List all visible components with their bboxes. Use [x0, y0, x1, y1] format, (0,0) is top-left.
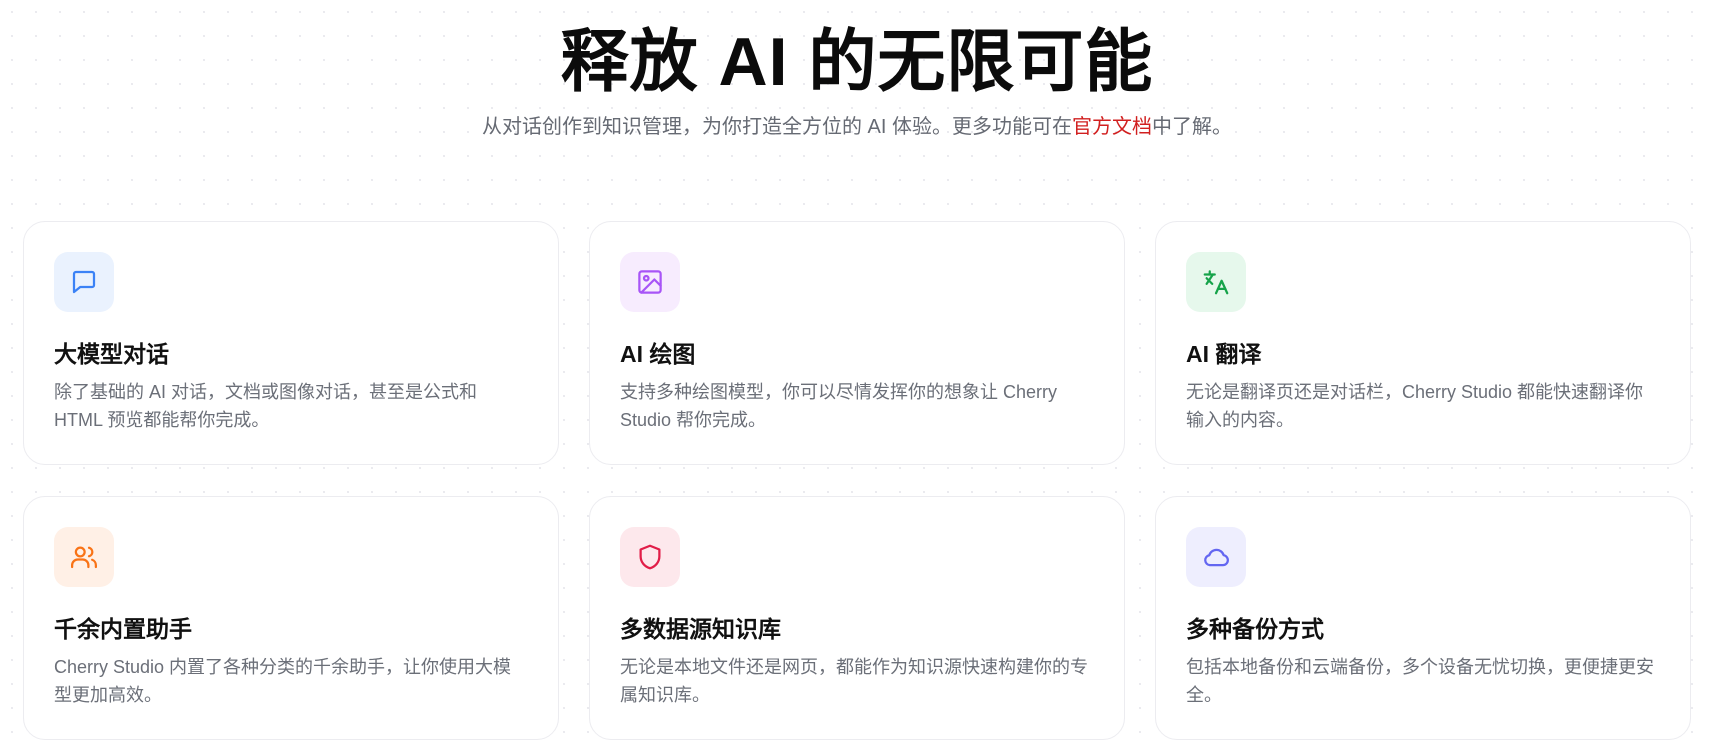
subtitle-text-before: 从对话创作到知识管理，为你打造全方位的 AI 体验。更多功能可在 — [481, 116, 1072, 138]
chat-bubble-icon — [54, 252, 114, 312]
feature-card-knowledge: 多数据源知识库 无论是本地文件还是网页，都能作为知识源快速构建你的专属知识库。 — [589, 496, 1125, 740]
feature-description: 无论是翻译页还是对话栏，Cherry Studio 都能快速翻译你输入的内容。 — [1186, 382, 1644, 430]
feature-card-drawing: AI 绘图 支持多种绘图模型，你可以尽情发挥你的想象让 Cherry Studi… — [589, 221, 1125, 465]
feature-description: 除了基础的 AI 对话，文档或图像对话，甚至是公式和 HTML 预览都能帮你完成… — [54, 382, 478, 430]
shield-icon — [620, 527, 680, 587]
feature-grid: 大模型对话 除了基础的 AI 对话，文档或图像对话，甚至是公式和 HTML 预览… — [23, 221, 1692, 740]
subtitle-text-after: 中了解。 — [1152, 116, 1232, 138]
feature-title: 多数据源知识库 — [620, 616, 781, 642]
feature-card-assistants: 千余内置助手 Cherry Studio 内置了各种分类的千余助手，让你使用大模… — [23, 496, 559, 740]
feature-card-translate: AI 翻译 无论是翻译页还是对话栏，Cherry Studio 都能快速翻译你输… — [1155, 221, 1691, 465]
page-subtitle: 从对话创作到知识管理，为你打造全方位的 AI 体验。更多功能可在官方文档中了解。 — [0, 113, 1714, 141]
feature-description: 支持多种绘图模型，你可以尽情发挥你的想象让 Cherry Studio 帮你完成… — [620, 382, 1058, 430]
feature-title: 大模型对话 — [54, 341, 169, 367]
feature-description: 无论是本地文件还是网页，都能作为知识源快速构建你的专属知识库。 — [620, 657, 1088, 705]
feature-description: Cherry Studio 内置了各种分类的千余助手，让你使用大模型更加高效。 — [54, 657, 512, 705]
users-icon — [54, 527, 114, 587]
feature-title: AI 翻译 — [1186, 341, 1262, 367]
image-icon — [620, 252, 680, 312]
feature-card-backup: 多种备份方式 包括本地备份和云端备份，多个设备无忧切换，更便捷更安全。 — [1155, 496, 1691, 740]
feature-title: 多种备份方式 — [1186, 616, 1324, 642]
feature-card-chat: 大模型对话 除了基础的 AI 对话，文档或图像对话，甚至是公式和 HTML 预览… — [23, 221, 559, 465]
official-docs-link[interactable]: 官方文档 — [1072, 116, 1152, 138]
feature-title: AI 绘图 — [620, 341, 696, 367]
feature-description: 包括本地备份和云端备份，多个设备无忧切换，更便捷更安全。 — [1186, 657, 1654, 705]
feature-title: 千余内置助手 — [54, 616, 192, 642]
translate-icon — [1186, 252, 1246, 312]
page-title: 释放 AI 的无限可能 — [560, 24, 1154, 100]
cloud-icon — [1186, 527, 1246, 587]
